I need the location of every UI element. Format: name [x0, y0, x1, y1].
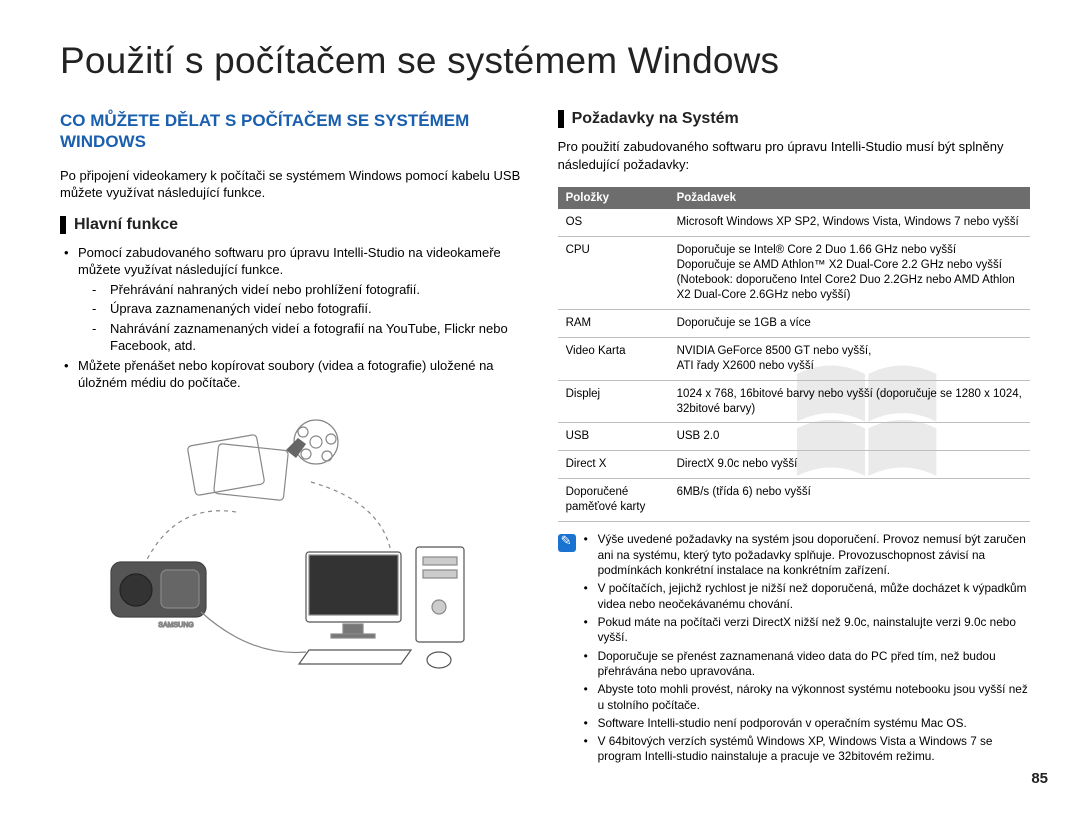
list-item: Výše uvedené požadavky na systém jsou do…	[584, 532, 1030, 578]
table-row: Direct XDirectX 9.0c nebo vyšší	[558, 451, 1030, 479]
list-item: Pomocí zabudovaného softwaru pro úpravu …	[64, 244, 523, 355]
table-header-item: Položky	[558, 187, 669, 209]
svg-text:SAMSUNG: SAMSUNG	[159, 622, 194, 629]
intro-text-right: Pro použití zabudovaného softwaru pro úp…	[558, 138, 1030, 173]
main-functions-list: Pomocí zabudovaného softwaru pro úpravu …	[60, 244, 523, 392]
list-item: Software Intelli-studio není podporován …	[584, 716, 1030, 731]
document-page: Použití s počítačem se systémem Windows …	[0, 0, 1080, 825]
sub-list: Přehrávání nahraných videí nebo prohlíže…	[78, 281, 523, 355]
note-pencil-icon	[558, 534, 576, 552]
sub-heading-requirements: Požadavky na Systém	[558, 110, 1030, 128]
page-title: Použití s počítačem se systémem Windows	[60, 40, 1030, 82]
table-row: CPUDoporučuje se Intel® Core 2 Duo 1.66 …	[558, 237, 1030, 310]
list-item: Přehrávání nahraných videí nebo prohlíže…	[92, 281, 523, 299]
list-item: Pokud máte na počítači verzi DirectX niž…	[584, 615, 1030, 646]
column-right: Požadavky na Systém Pro použití zabudova…	[558, 110, 1030, 768]
list-item: Úprava zaznamenaných videí nebo fotograf…	[92, 300, 523, 318]
table-row: Video KartaNVIDIA GeForce 8500 GT nebo v…	[558, 337, 1030, 380]
intro-text-left: Po připojení videokamery k počítači se s…	[60, 167, 523, 202]
section-heading-left: CO MŮŽETE DĚLAT S POČÍTAČEM SE SYSTÉMEM …	[60, 110, 523, 153]
table-row: RAMDoporučuje se 1GB a více	[558, 309, 1030, 337]
notes-list: Výše uvedené požadavky na systém jsou do…	[584, 532, 1030, 768]
list-item: V 64bitových verzích systémů Windows XP,…	[584, 734, 1030, 765]
page-number: 85	[1031, 770, 1048, 787]
column-left: CO MŮŽETE DĚLAT S POČÍTAČEM SE SYSTÉMEM …	[60, 110, 523, 768]
sub-heading-main-functions: Hlavní funkce	[60, 216, 523, 234]
table-row: Doporučené paměťové karty6MB/s (třída 6)…	[558, 479, 1030, 522]
list-item: Doporučuje se přenést zaznamenaná video …	[584, 649, 1030, 680]
list-item: V počítačích, jejichž rychlost je nižší …	[584, 581, 1030, 612]
notes-block: Výše uvedené požadavky na systém jsou do…	[558, 532, 1030, 768]
camcorder-pc-illustration: SAMSUNG	[60, 412, 523, 672]
table-row: USBUSB 2.0	[558, 423, 1030, 451]
requirements-table: Položky Požadavek OSMicrosoft Windows XP…	[558, 187, 1030, 522]
table-header-req: Požadavek	[669, 187, 1030, 209]
list-item: Můžete přenášet nebo kopírovat soubory (…	[64, 357, 523, 392]
table-row: OSMicrosoft Windows XP SP2, Windows Vist…	[558, 209, 1030, 236]
list-item: Abyste toto mohli provést, nároky na výk…	[584, 682, 1030, 713]
two-column-layout: CO MŮŽETE DĚLAT S POČÍTAČEM SE SYSTÉMEM …	[60, 110, 1030, 768]
illustration-svg: SAMSUNG	[81, 412, 501, 672]
table-row: Displej1024 x 768, 16bitové barvy nebo v…	[558, 380, 1030, 423]
list-item: Nahrávání zaznamenaných videí a fotograf…	[92, 320, 523, 355]
